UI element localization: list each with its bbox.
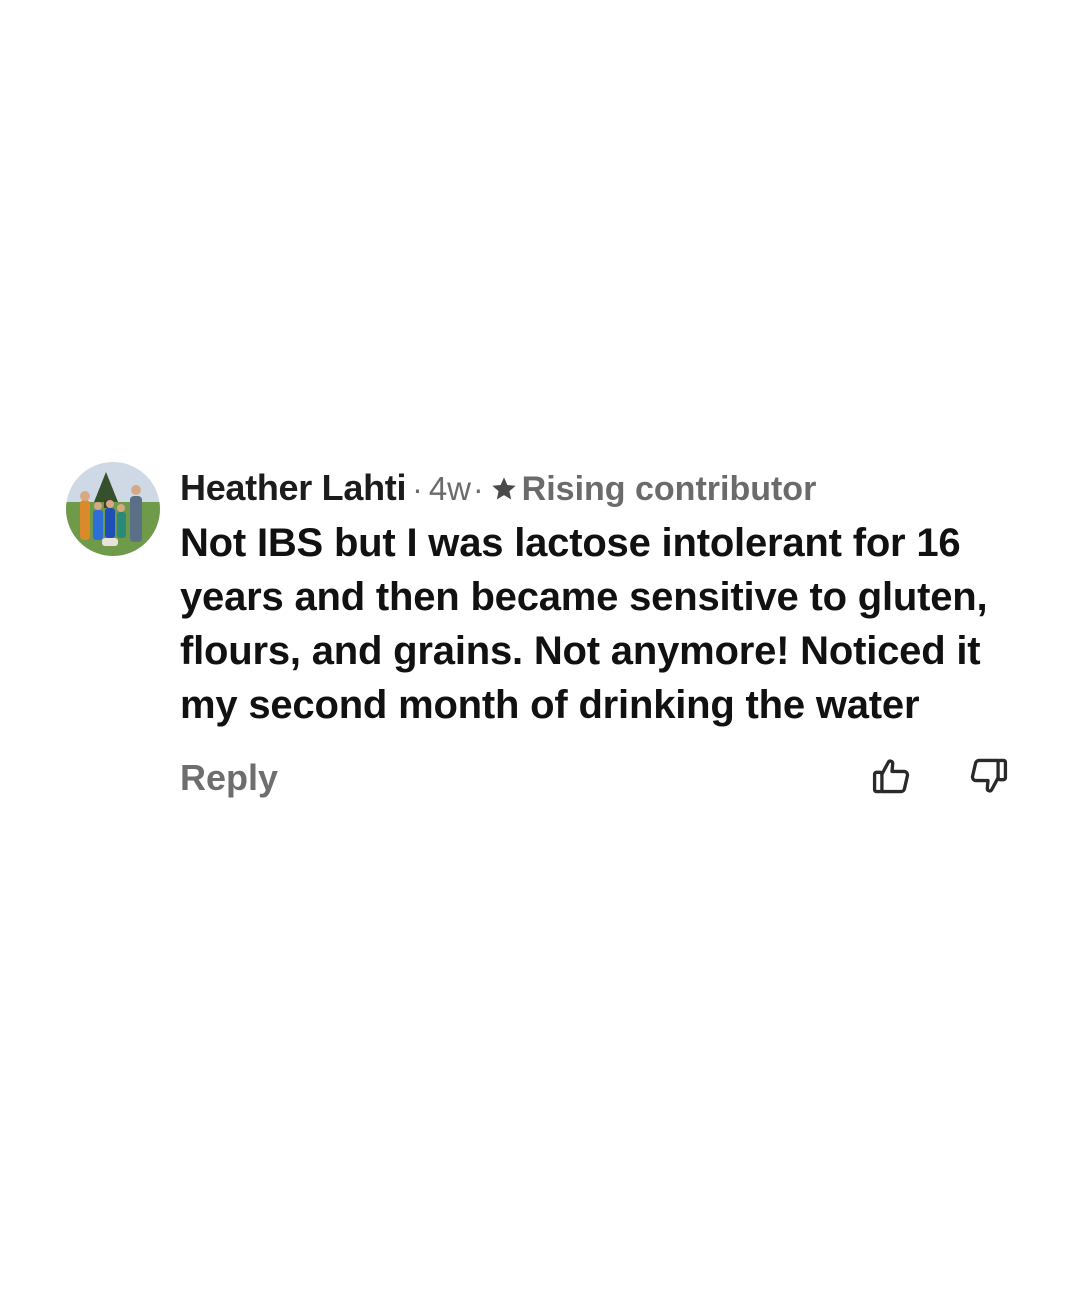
comment: Heather Lahti · 4w · Rising contributor … bbox=[66, 460, 1016, 860]
thumbs-down-icon[interactable] bbox=[966, 754, 1010, 798]
comment-body: Heather Lahti · 4w · Rising contributor … bbox=[180, 460, 1016, 808]
comment-meta: Heather Lahti · 4w · Rising contributor bbox=[180, 460, 1016, 516]
avatar-photo bbox=[66, 462, 160, 556]
thumbs-up-icon[interactable] bbox=[870, 754, 914, 798]
reply-button[interactable]: Reply bbox=[180, 748, 278, 808]
contributor-badge: Rising contributor bbox=[490, 461, 817, 517]
comment-actions: Reply bbox=[180, 748, 1016, 808]
star-icon bbox=[490, 464, 518, 500]
comment-timestamp: 4w bbox=[428, 470, 471, 507]
meta-separator: · bbox=[412, 471, 423, 507]
meta-separator-2: · bbox=[473, 471, 484, 507]
avatar[interactable] bbox=[66, 462, 160, 556]
comment-text: Not IBS but I was lactose intolerant for… bbox=[180, 521, 988, 727]
author-name[interactable]: Heather Lahti bbox=[180, 460, 406, 516]
badge-label: Rising contributor bbox=[521, 470, 817, 508]
